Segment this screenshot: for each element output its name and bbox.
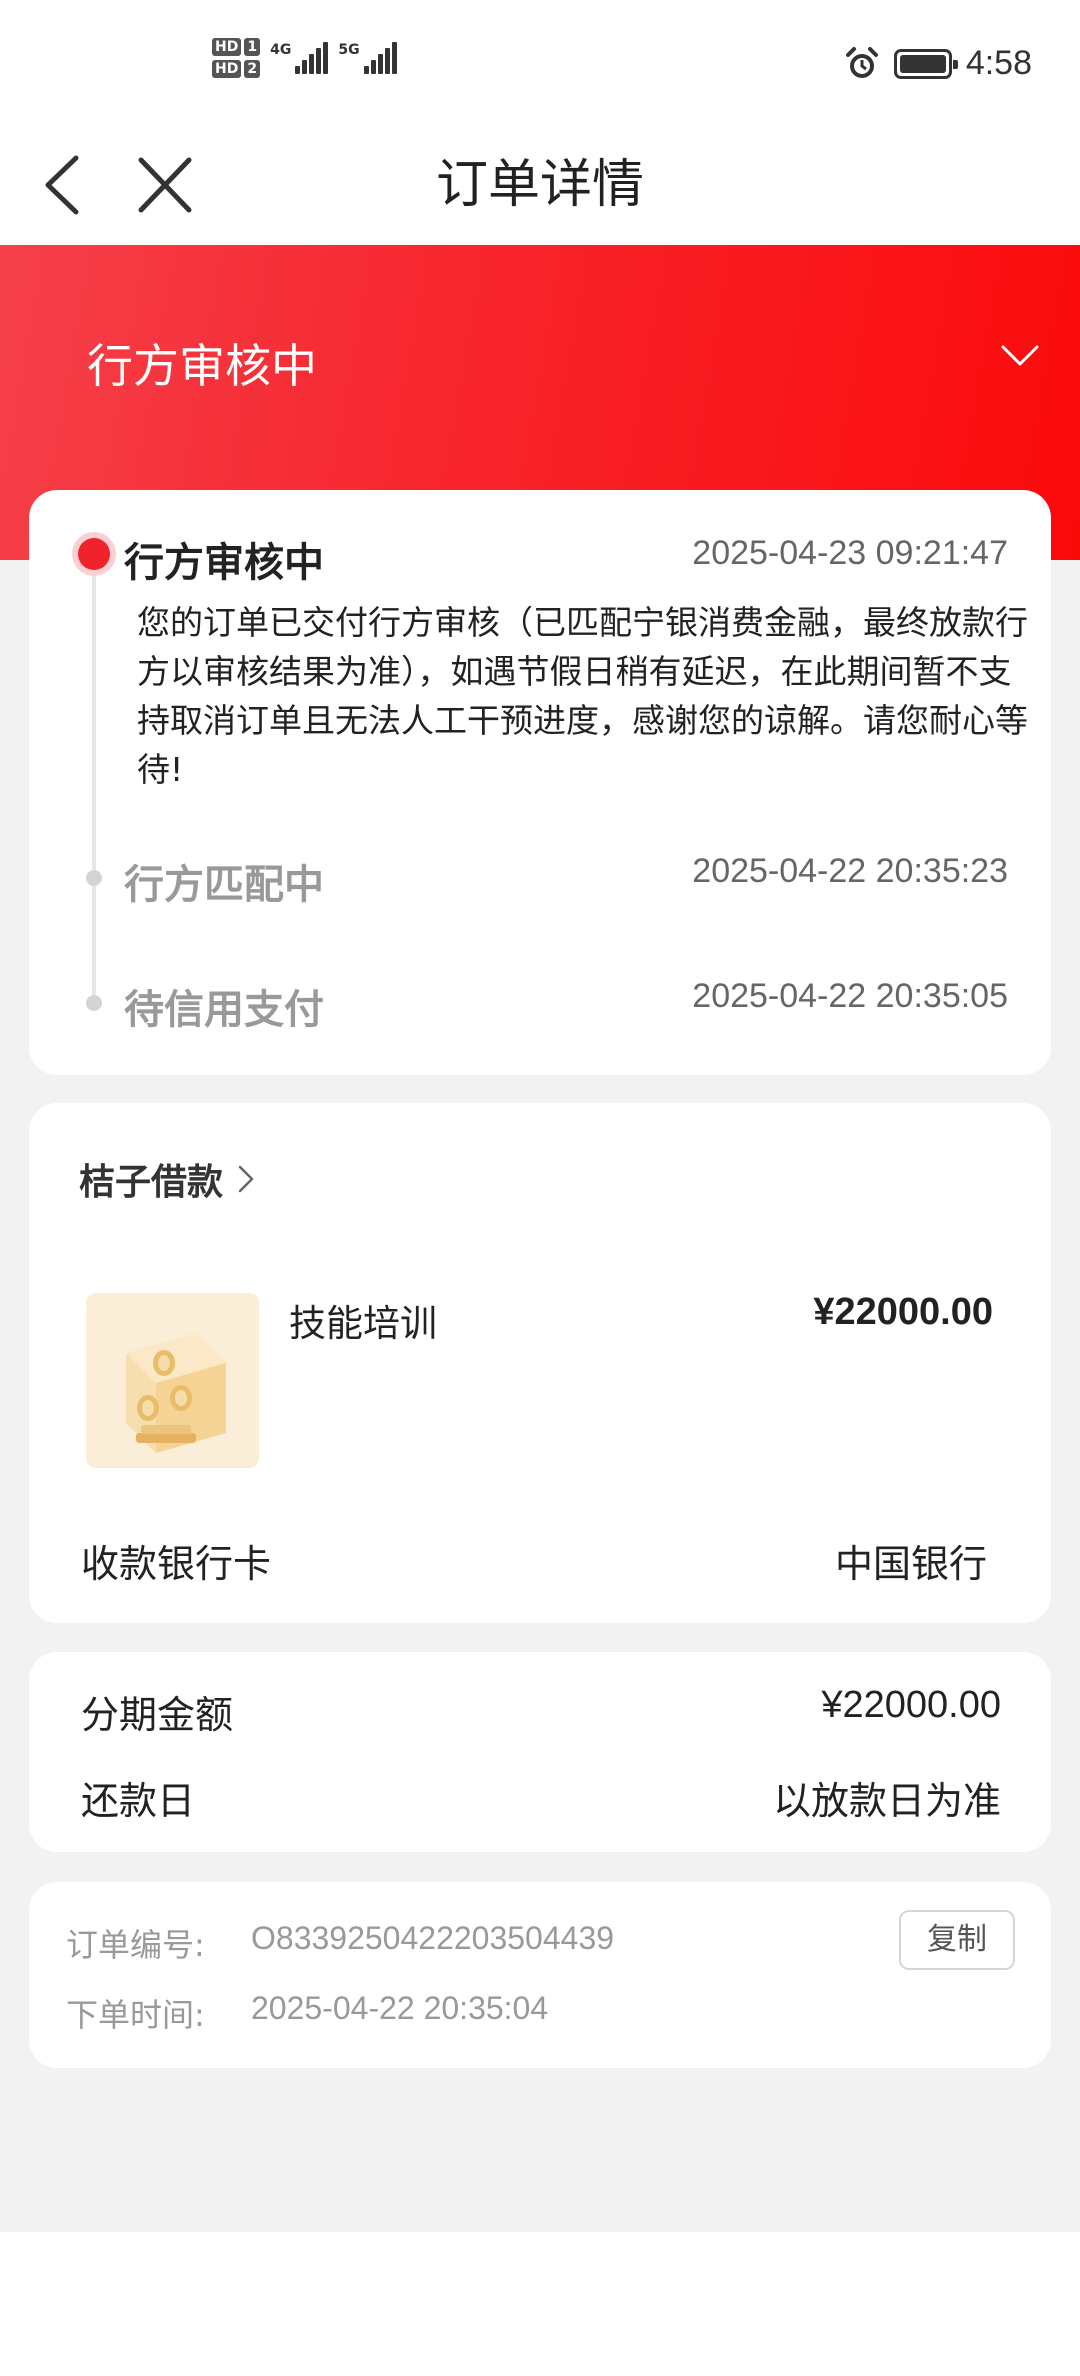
sim2-number: 2 (244, 60, 261, 78)
timeline-step-title: 行方审核中 (124, 540, 324, 586)
battery-icon (893, 48, 958, 79)
timeline-step-title: 行方匹配中 (124, 862, 324, 908)
order-number-label: 订单编号: (66, 1926, 205, 1964)
timeline-active-dot (78, 538, 110, 570)
network-type-2: 5G (338, 42, 360, 58)
network-type-1: 4G (270, 42, 292, 58)
chevron-down-icon[interactable] (1000, 343, 1040, 369)
status-right: 4:58 (844, 44, 1032, 83)
order-time-value: 2025-04-22 20:35:04 (251, 1990, 549, 2026)
bottom-area (0, 2232, 1080, 2376)
signal-4g-icon: 4G (270, 42, 329, 74)
banner-status-text: 行方审核中 (87, 339, 317, 393)
timeline-dot (86, 995, 102, 1011)
product-card: 桔子借款 技能培训 ¥22000.00 收款银行卡 中国银行 (29, 1103, 1051, 1623)
timeline-line (92, 560, 96, 1010)
repayment-day-label: 还款日 (81, 1779, 196, 1823)
timeline-step-time: 2025-04-22 20:35:05 (692, 977, 1008, 1015)
clock: 4:58 (965, 44, 1032, 82)
shop-link[interactable]: 桔子借款 (79, 1153, 255, 1205)
page-title: 订单详情 (435, 155, 644, 215)
bank-card-value: 中国银行 (834, 1542, 987, 1586)
copy-button[interactable]: 复制 (899, 1910, 1015, 1970)
sim1-number: 1 (244, 38, 261, 56)
coins-box-icon (126, 1333, 226, 1453)
timeline-step-description: 您的订单已交付行方审核（已匹配宁银消费金融，最终放款行方以审核结果为准），如遇节… (137, 603, 1028, 789)
order-number-value: O833925042220350443​9 (251, 1920, 615, 1956)
installment-card: 分期金额 ¥22000.00 还款日 以放款日为准 (29, 1652, 1051, 1852)
status-bar: HD 1 HD 2 4G 5G 4:58 (0, 0, 1080, 130)
timeline-step-title: 待信用支付 (124, 987, 324, 1033)
shop-name: 桔子借款 (79, 1162, 224, 1203)
hd-badge-2: HD (212, 60, 242, 78)
timeline-dot (86, 870, 102, 886)
order-progress-card: 行方审核中 2025-04-23 09:21:47 您的订单已交付行方审核（已匹… (29, 490, 1051, 1075)
installment-amount-value: ¥22000.00 (821, 1684, 1001, 1726)
product-image (86, 1293, 259, 1468)
order-info-card: 订单编号: O833925042220350443​9 复制 下单时间: 202… (29, 1882, 1051, 2068)
timeline-step-time: 2025-04-22 20:35:23 (692, 852, 1008, 890)
product-name: 技能培训 (289, 1302, 437, 1345)
alarm-icon (845, 46, 878, 78)
timeline-step-time: 2025-04-23 09:21:47 (692, 534, 1008, 572)
chevron-right-icon (238, 1165, 254, 1193)
sim-indicators: HD 1 HD 2 (212, 38, 261, 78)
order-time-label: 下单时间: (66, 1996, 205, 2034)
hd-badge-1: HD (212, 38, 242, 56)
navigation-bar: 订单详情 (0, 130, 1080, 245)
signal-5g-icon: 5G (338, 42, 397, 74)
product-price: ¥22000.00 (813, 1291, 993, 1333)
network-indicators: HD 1 HD 2 4G 5G (212, 38, 397, 78)
repayment-day-value: 以放款日为准 (772, 1779, 1001, 1823)
installment-amount-label: 分期金额 (81, 1693, 234, 1737)
bank-card-label: 收款银行卡 (81, 1542, 272, 1586)
